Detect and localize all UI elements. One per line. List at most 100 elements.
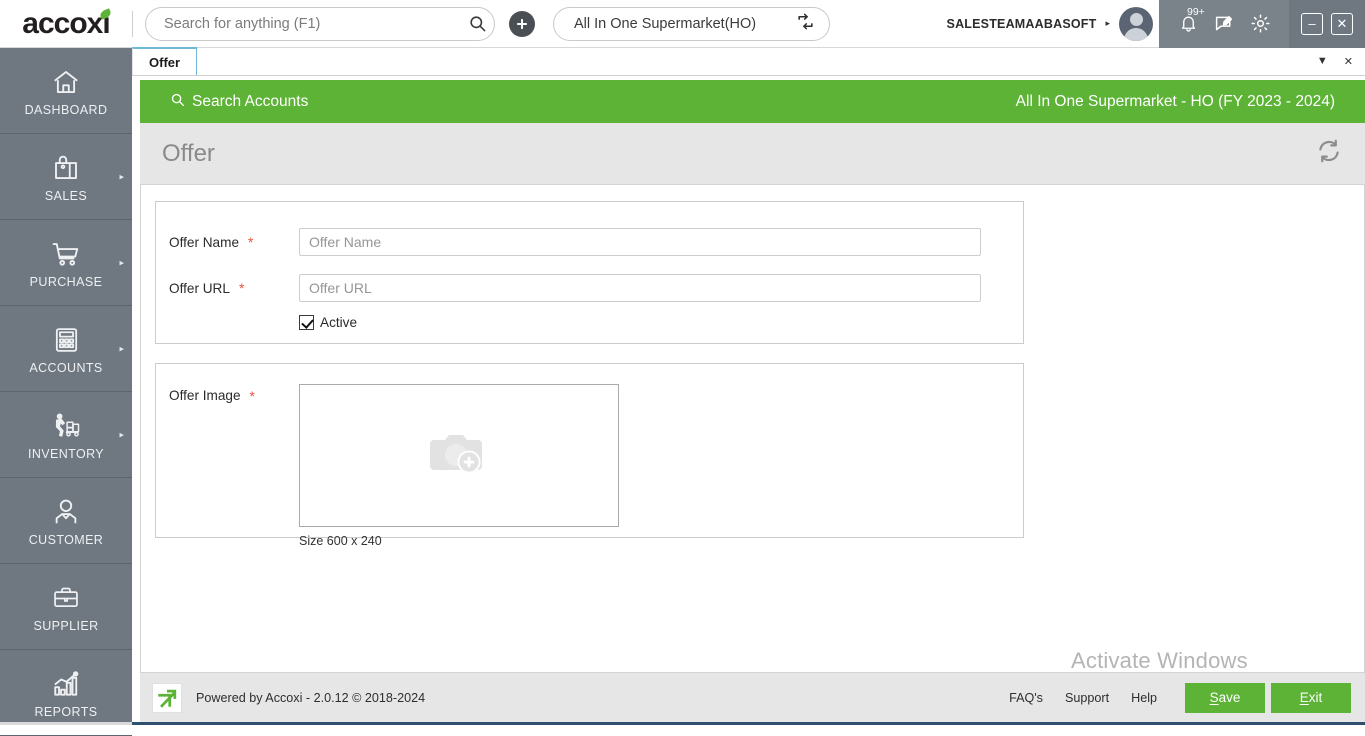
camera-add-icon [428,427,490,484]
bar-chart-icon [51,666,82,702]
user-name: SALESTEAMAABASOFT [946,16,1097,31]
offer-url-field[interactable] [299,274,981,302]
exit-button-label: xit [1308,690,1323,705]
offer-name-field[interactable] [299,228,981,256]
sidebar-item-label: REPORTS [34,705,98,719]
app-logo-text: accoxi [22,6,110,40]
footer-bar: Powered by Accoxi - 2.0.12 © 2018-2024 F… [140,672,1365,722]
chevron-right-icon[interactable]: ▸ [119,343,124,354]
bell-icon[interactable]: 99+ [1175,6,1205,37]
sidebar-item-inventory[interactable]: INVENTORY ▸ [0,392,132,478]
switch-company-icon[interactable] [796,12,815,35]
top-bar: accoxi All In One Supermarket(HO) SALEST… [0,0,1365,48]
chevron-right-icon[interactable]: ▸ [119,171,124,182]
window-controls: – ✕ [1289,0,1365,48]
page-title: Offer [162,139,215,167]
active-label: Active [320,315,358,330]
offer-url-label: Offer URL [169,280,230,296]
minimize-button[interactable]: – [1301,12,1323,35]
tab-close-icon[interactable]: ✕ [1344,55,1353,68]
required-marker: * [248,234,254,250]
offer-name-input[interactable] [309,234,971,250]
active-checkbox[interactable] [299,315,314,330]
active-checkbox-group[interactable]: Active [299,315,357,330]
avatar[interactable] [1119,6,1153,41]
footer-actions: FAQ's Support Help Save Exit [1009,682,1365,713]
exit-button[interactable]: Exit [1271,682,1351,713]
shopping-bag-icon [51,150,81,186]
tab-label: Offer [149,54,181,70]
close-button[interactable]: ✕ [1331,12,1353,35]
chevron-right-icon[interactable]: ▸ [119,257,124,268]
offer-name-row: Offer Name * [156,228,1023,256]
calculator-icon [52,322,81,358]
search-icon[interactable] [464,11,490,37]
company-name: All In One Supermarket(HO) [574,15,757,32]
message-icon[interactable] [1211,11,1237,37]
search-accounts-label: Search Accounts [192,92,309,110]
notification-badge: 99+ [1187,5,1205,18]
save-button-mnemonic: S [1209,690,1219,705]
main-content: Offer Name * Offer URL * Active [140,185,1365,672]
sidebar-item-label: SALES [44,189,88,203]
sidebar-item-purchase[interactable]: PURCHASE ▸ [0,220,132,306]
save-button[interactable]: Save [1185,682,1265,713]
add-new-button[interactable] [509,10,535,37]
divider [132,10,133,37]
sidebar-item-supplier[interactable]: SUPPLIER [0,564,132,650]
sidebar-item-label: PURCHASE [29,275,103,289]
bottom-accent-left [0,722,132,725]
person-icon [51,494,81,530]
company-selector[interactable]: All In One Supermarket(HO) [553,6,830,41]
offer-url-label-wrap: Offer URL * [156,281,299,296]
global-search[interactable] [145,6,495,41]
sidebar-item-customer[interactable]: CUSTOMER [0,478,132,564]
tab-offer[interactable]: Offer [132,47,198,75]
sidebar-item-label: ACCOUNTS [29,361,103,375]
chevron-right-icon[interactable]: ▸ [1105,18,1110,29]
search-input[interactable] [164,15,464,32]
offer-details-panel: Offer Name * Offer URL * Active [155,201,1024,344]
user-menu[interactable]: SALESTEAMAABASOFT ▸ [947,0,1159,48]
accoxi-arrow-logo [152,682,182,713]
app-logo: accoxi [0,0,132,48]
required-marker: * [238,280,245,296]
home-icon [50,64,82,100]
sidebar-item-label: INVENTORY [27,447,105,461]
offer-url-input[interactable] [309,280,971,296]
required-marker: * [249,387,255,404]
shopping-cart-icon [50,236,82,272]
sidebar-item-label: SUPPLIER [33,619,99,633]
search-accounts-button[interactable]: Search Accounts [170,92,308,112]
support-link[interactable]: Support [1065,691,1109,705]
exit-button-mnemonic: E [1299,690,1309,705]
offer-image-label-wrap: Offer Image * [156,384,299,403]
offer-name-label: Offer Name [169,234,240,250]
offer-image-dropzone[interactable] [299,384,619,527]
powered-by-text: Powered by Accoxi - 2.0.12 © 2018-2024 [196,690,426,705]
save-button-label: ave [1218,690,1241,705]
sidebar-item-accounts[interactable]: ACCOUNTS ▸ [0,306,132,392]
offer-name-label-wrap: Offer Name * [156,235,299,250]
search-icon [170,92,185,112]
context-bar: Search Accounts All In One Supermarket -… [140,80,1365,123]
page-title-bar: Offer [140,123,1365,185]
help-link[interactable]: Help [1131,691,1157,705]
chevron-right-icon[interactable]: ▸ [119,429,124,440]
gear-icon[interactable] [1247,11,1273,37]
sidebar: DASHBOARD SALES ▸ PURCHASE ▸ ACCOUNTS ▸ … [0,48,132,736]
tab-list-dropdown-icon[interactable]: ▼ [1317,55,1328,67]
sidebar-item-dashboard[interactable]: DASHBOARD [0,48,132,134]
top-icon-strip: 99+ [1159,0,1289,48]
sidebar-item-sales[interactable]: SALES ▸ [0,134,132,220]
faqs-link[interactable]: FAQ's [1009,691,1043,705]
bottom-accent-bar [0,722,1365,729]
refresh-icon[interactable] [1315,137,1343,170]
warehouse-worker-icon [50,408,83,444]
offer-image-size-hint: Size 600 x 240 [299,534,382,548]
briefcase-icon [50,580,82,616]
tab-bar: Offer ▼ ✕ [132,47,1365,76]
active-row: Active [156,315,1023,330]
offer-url-row: Offer URL * [156,274,1023,302]
sidebar-item-label: CUSTOMER [28,533,104,547]
